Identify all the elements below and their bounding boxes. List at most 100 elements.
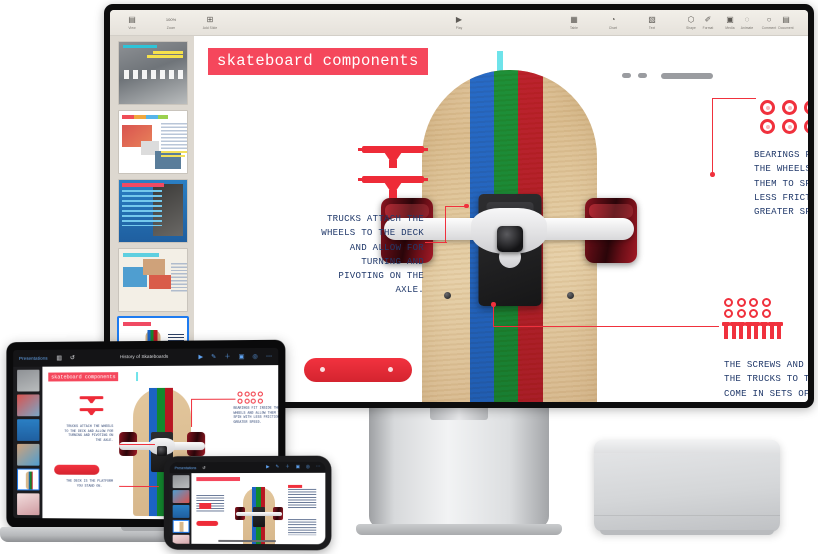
toolbar-button-play[interactable]: ▶ Play bbox=[445, 15, 473, 30]
macbook-thumb-4[interactable] bbox=[17, 443, 40, 466]
bolt bbox=[759, 322, 768, 339]
iphone-thumb-1[interactable] bbox=[172, 475, 190, 489]
macbook-thumb-3[interactable] bbox=[17, 419, 40, 441]
back-to-presentations[interactable]: Presentations bbox=[19, 356, 48, 361]
slide-title[interactable]: skateboard components bbox=[208, 48, 428, 75]
iphone-thumb-5[interactable] bbox=[172, 534, 190, 544]
callout-bearings-text[interactable]: BEARINGS FIT INSIDE THE WHEELS AND ALLOW… bbox=[754, 148, 808, 219]
chart-icon: ◔ bbox=[610, 14, 616, 24]
plus-icon[interactable]: ＋ bbox=[224, 354, 230, 360]
bolt bbox=[744, 322, 753, 339]
skateboard-photo[interactable] bbox=[381, 70, 637, 402]
macbook-thumb-1[interactable] bbox=[17, 369, 40, 392]
leader-line-screws bbox=[493, 326, 719, 328]
toolbar-button-chart[interactable]: ◔ Chart bbox=[599, 14, 627, 30]
iphone-slide-navigator[interactable] bbox=[169, 473, 192, 544]
toolbar-button-animate[interactable]: ◌ Animate bbox=[733, 14, 761, 31]
media-icon[interactable]: ▣ bbox=[296, 464, 300, 469]
media-icon[interactable]: ▣ bbox=[239, 354, 245, 360]
truck-bar bbox=[79, 408, 104, 412]
iphone-slide-canvas[interactable] bbox=[191, 472, 326, 545]
play-icon[interactable]: ▶ bbox=[198, 354, 203, 360]
macbook-deck-pill bbox=[54, 464, 100, 475]
slide-thumbnail-1[interactable] bbox=[118, 41, 188, 105]
macbook-thumb-5[interactable] bbox=[17, 468, 40, 491]
iphone-thumb-4[interactable] bbox=[172, 519, 190, 533]
toolbar-button-format[interactable]: ✐ Format bbox=[694, 14, 722, 31]
paintbrush-icon[interactable]: ✎ bbox=[276, 464, 280, 469]
iphone-home-indicator[interactable] bbox=[218, 539, 277, 543]
mac-studio-port bbox=[638, 73, 647, 78]
iphone-callout-right bbox=[288, 488, 317, 510]
document-icon: ▤ bbox=[782, 14, 790, 24]
slide-thumbnail-2[interactable] bbox=[118, 110, 188, 174]
toolbar-button-add-slide[interactable]: ⊞ Add Slide bbox=[196, 15, 224, 30]
macbook-callout-bearings: BEARINGS FIT INSIDE THE WHEELS AND ALLOW… bbox=[233, 405, 279, 424]
nut-row bbox=[724, 309, 808, 318]
macbook-kingpin bbox=[156, 446, 167, 457]
thumb-text bbox=[122, 190, 162, 226]
toolbar-button-table[interactable]: ▦ Table bbox=[560, 15, 588, 31]
toolbar-button-zoom[interactable]: 100% Zoom bbox=[157, 15, 185, 30]
more-icon[interactable]: ⋯ bbox=[266, 353, 272, 359]
callout-screws-text[interactable]: THE SCREWS AND BOLTS ATTACH THE TRUCKS T… bbox=[724, 358, 808, 401]
collaborate-icon[interactable]: ◎ bbox=[252, 354, 257, 360]
bearing-ring bbox=[250, 391, 256, 397]
thumb-highlight bbox=[161, 151, 187, 153]
leader-line-trucks bbox=[445, 206, 466, 208]
mounting-bolt bbox=[567, 292, 574, 299]
toolbar-button-view[interactable]: ▤ View bbox=[118, 14, 146, 30]
thumb-header bbox=[122, 183, 164, 187]
callout-deck-text[interactable]: DECK IS ATFORM bbox=[344, 401, 454, 402]
collaborate-icon[interactable]: ◎ bbox=[306, 464, 310, 469]
thumb-photo bbox=[143, 259, 165, 275]
play-icon[interactable]: ▶ bbox=[266, 464, 269, 469]
thumb-title-art bbox=[124, 70, 187, 79]
iphone-undo-icon[interactable]: ↺ bbox=[202, 465, 205, 470]
macbook-leader-line bbox=[191, 398, 193, 427]
format-brush-icon: ✐ bbox=[704, 14, 712, 24]
paintbrush-icon[interactable]: ✎ bbox=[211, 354, 216, 360]
macbook-notch bbox=[121, 527, 167, 531]
slide-thumbnail-3[interactable] bbox=[118, 179, 188, 243]
mobile-keynote-toolbar: Presentations ▥ ↺ History of Skateboards… bbox=[13, 347, 279, 367]
bearing-ring bbox=[244, 391, 250, 397]
nut bbox=[724, 309, 733, 318]
thumb-text bbox=[171, 263, 187, 293]
toolbar-button-document[interactable]: ▤ Document bbox=[772, 14, 800, 30]
toolbar-label-format: Format bbox=[702, 26, 714, 31]
screws-bolts-icon bbox=[722, 298, 808, 348]
more-icon[interactable]: ⋯ bbox=[316, 464, 320, 469]
plus-icon[interactable]: ＋ bbox=[285, 464, 289, 469]
mac-studio-top bbox=[594, 440, 780, 453]
toolbar-label-table: Table bbox=[569, 26, 579, 31]
navigator-icon[interactable]: ▥ bbox=[56, 355, 62, 361]
display-stand bbox=[369, 408, 549, 528]
animate-icon: ◌ bbox=[744, 14, 750, 24]
iphone-thumb-2[interactable] bbox=[172, 490, 190, 503]
undo-icon[interactable]: ↺ bbox=[70, 355, 75, 361]
leader-line-bearings bbox=[712, 98, 756, 100]
bearing-ring bbox=[760, 119, 775, 134]
thumb-photo bbox=[155, 151, 181, 169]
macbook-slide-navigator[interactable] bbox=[13, 366, 43, 519]
callout-trucks-text[interactable]: TRUCKS ATTACH THE WHEELS TO THE DECK AND… bbox=[314, 212, 424, 298]
view-icon: ▤ bbox=[128, 14, 136, 24]
pill-hole bbox=[388, 367, 393, 372]
truck-stem bbox=[389, 190, 397, 198]
slide-thumbnail-4[interactable] bbox=[118, 248, 188, 312]
thumb-header bbox=[122, 115, 168, 119]
mac-studio-port bbox=[622, 73, 631, 78]
toolbar-label-animate: Animate bbox=[740, 26, 754, 31]
macbook-truck-icon bbox=[79, 396, 104, 418]
iphone-thumb-3[interactable] bbox=[172, 504, 190, 518]
iphone-toolbar-icons: ▶ ✎ ＋ ▣ ◎ ⋯ bbox=[266, 464, 320, 470]
bearing-ring bbox=[244, 398, 250, 404]
iphone-back-to-presentations[interactable]: Presentations bbox=[175, 466, 197, 470]
toolbar-button-text[interactable]: ▧ Text bbox=[638, 15, 666, 30]
macbook-thumb-2[interactable] bbox=[17, 394, 40, 417]
truck-stem bbox=[389, 160, 397, 168]
bearing-ring bbox=[804, 119, 808, 134]
nut bbox=[724, 298, 733, 307]
macbook-thumb-6[interactable] bbox=[17, 493, 40, 516]
